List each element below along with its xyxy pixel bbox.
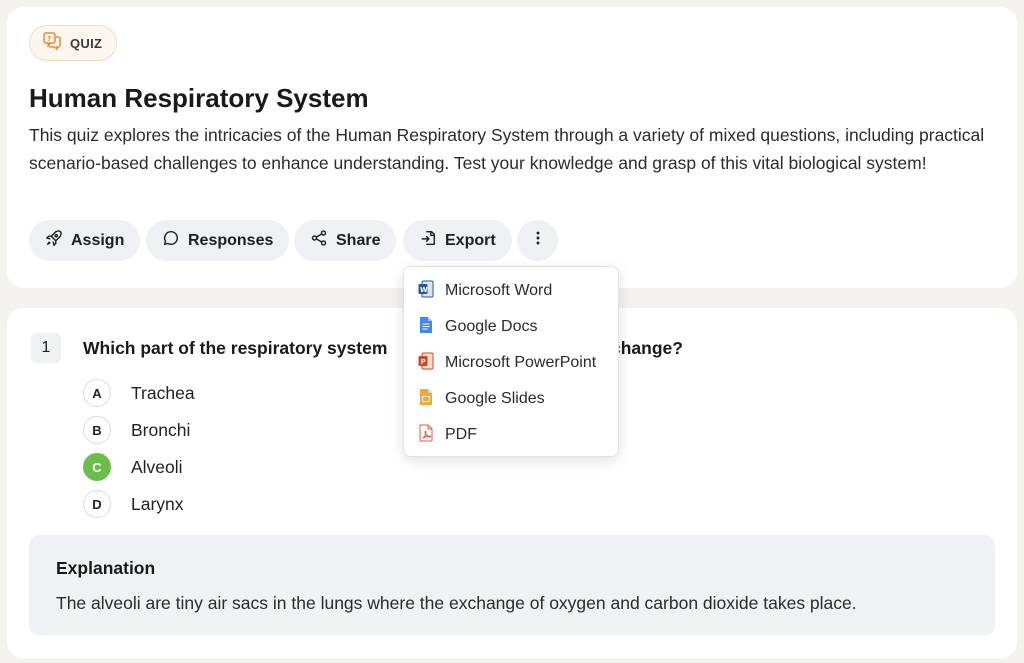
- export-menu-item-label: Microsoft PowerPoint: [445, 354, 597, 371]
- google-docs-icon: [418, 316, 434, 339]
- more-options-button[interactable]: [517, 220, 558, 261]
- question-text-start: Which part of the respiratory system: [83, 338, 388, 358]
- vertical-ellipsis-icon: [529, 229, 547, 252]
- svg-text:?: ?: [47, 35, 51, 43]
- responses-button[interactable]: Responses: [146, 220, 290, 261]
- pdf-icon: [418, 424, 434, 447]
- question-number: 1: [31, 333, 61, 363]
- export-menu-item-microsoft-word[interactable]: W Microsoft Word: [404, 273, 618, 309]
- option-text: Trachea: [131, 382, 195, 403]
- share-icon: [310, 229, 328, 252]
- explanation-title: Explanation: [56, 558, 156, 578]
- quiz-badge-label: QUIZ: [70, 35, 103, 51]
- quiz-header-card: ? QUIZ Human Respiratory System This qui…: [7, 7, 1017, 288]
- quiz-badge: ? QUIZ: [29, 25, 118, 61]
- export-menu-item-google-slides[interactable]: Google Slides: [404, 381, 618, 417]
- export-menu-item-google-docs[interactable]: Google Docs: [404, 309, 618, 345]
- quiz-title: Human Respiratory System: [29, 83, 369, 113]
- option-b[interactable]: B Bronchi: [83, 416, 190, 444]
- option-letter: B: [83, 416, 111, 444]
- svg-text:W: W: [420, 286, 428, 294]
- share-button[interactable]: Share: [294, 220, 397, 261]
- quiz-icon: ?: [42, 31, 62, 56]
- option-d[interactable]: D Larynx: [83, 490, 184, 518]
- export-menu-item-label: Microsoft Word: [445, 282, 553, 299]
- option-letter: A: [83, 379, 111, 407]
- explanation-text: The alveoli are tiny air sacs in the lun…: [56, 593, 857, 613]
- option-c[interactable]: C Alveoli: [83, 453, 183, 481]
- export-menu-item-microsoft-powerpoint[interactable]: P Microsoft PowerPoint: [404, 345, 618, 381]
- export-menu-item-label: Google Slides: [445, 390, 545, 407]
- export-menu-item-label: Google Docs: [445, 318, 538, 335]
- chat-bubble-icon: [162, 229, 180, 252]
- option-letter: D: [83, 490, 111, 518]
- question-text: Which part of the respiratory system cha…: [83, 338, 683, 359]
- google-slides-icon: [418, 388, 434, 411]
- responses-button-label: Responses: [188, 231, 274, 249]
- assign-button-label: Assign: [71, 231, 125, 249]
- assign-button[interactable]: Assign: [29, 220, 141, 261]
- microsoft-word-icon: W: [418, 280, 434, 303]
- export-menu-item-label: PDF: [445, 426, 477, 443]
- svg-text:P: P: [421, 358, 426, 366]
- export-menu: W Microsoft Word Google Docs P Microsoft…: [403, 266, 619, 457]
- quiz-description: This quiz explores the intricacies of th…: [29, 125, 985, 173]
- share-button-label: Share: [336, 231, 381, 249]
- option-letter-correct: C: [83, 453, 111, 481]
- microsoft-powerpoint-icon: P: [418, 352, 434, 375]
- export-button[interactable]: Export: [403, 220, 512, 261]
- question-text-end: change?: [611, 338, 683, 358]
- option-text: Bronchi: [131, 419, 191, 440]
- explanation-box: Explanation The alveoli are tiny air sac…: [29, 535, 995, 635]
- option-text: Larynx: [131, 493, 184, 514]
- export-menu-item-pdf[interactable]: PDF: [404, 417, 618, 453]
- export-button-label: Export: [445, 231, 496, 249]
- rocket-icon: [45, 229, 63, 252]
- option-text: Alveoli: [131, 456, 183, 477]
- export-icon: [419, 229, 437, 252]
- option-a[interactable]: A Trachea: [83, 379, 195, 407]
